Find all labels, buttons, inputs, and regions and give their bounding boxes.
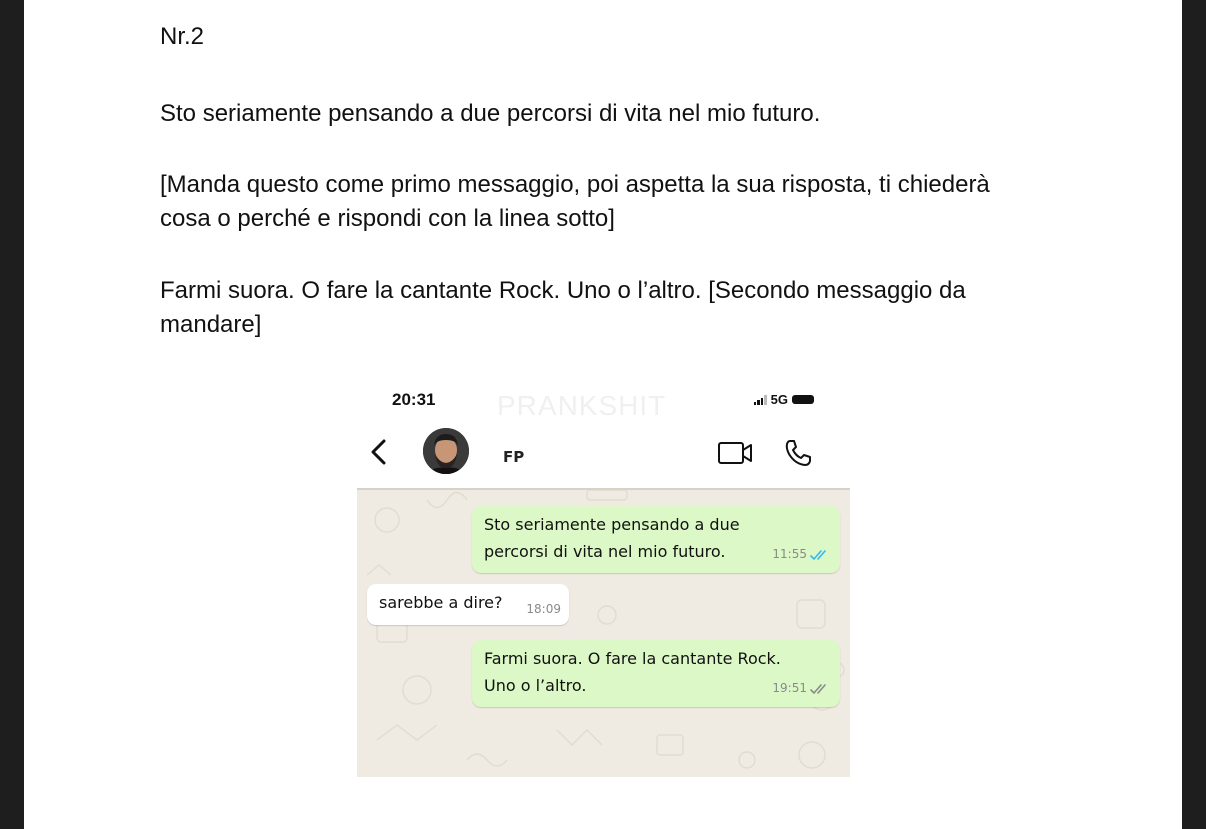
signal-icon bbox=[753, 394, 767, 405]
battery-icon bbox=[792, 395, 814, 404]
double-check-icon bbox=[810, 683, 826, 694]
status-indicators: 5G bbox=[753, 392, 814, 407]
message-meta: 11:55 bbox=[772, 541, 830, 568]
message-bubble-incoming[interactable]: sarebbe a dire? 18:09 bbox=[367, 584, 569, 625]
avatar[interactable] bbox=[423, 428, 469, 474]
message-time: 18:09 bbox=[526, 602, 561, 616]
paragraph-first-message: Sto seriamente pensando a due percorsi d… bbox=[160, 100, 821, 127]
chat-screenshot: PRANKSHIT 20:31 5G FP Sto seriamente pen… bbox=[357, 382, 850, 777]
message-meta: 18:09 bbox=[526, 596, 561, 623]
chat-area: Sto seriamente pensando a due percorsi d… bbox=[357, 488, 850, 777]
document-page: Nr.2 Sto seriamente pensando a due perco… bbox=[24, 0, 1182, 829]
status-time: 20:31 bbox=[392, 390, 436, 409]
double-check-icon bbox=[810, 549, 826, 560]
contact-name[interactable]: FP bbox=[503, 448, 524, 466]
phone-call-icon[interactable] bbox=[783, 438, 813, 468]
message-bubble-outgoing[interactable]: Sto seriamente pensando a due percorsi d… bbox=[472, 506, 840, 573]
message-bubble-outgoing[interactable]: Farmi suora. O fare la cantante Rock. Un… bbox=[472, 640, 840, 707]
video-call-icon[interactable] bbox=[717, 440, 755, 466]
watermark: PRANKSHIT bbox=[497, 390, 667, 421]
back-chevron-icon[interactable] bbox=[369, 438, 389, 466]
paragraph-instructions: [Manda questo come primo messaggio, poi … bbox=[160, 171, 990, 232]
section-heading: Nr.2 bbox=[160, 23, 205, 50]
message-time: 19:51 bbox=[772, 681, 807, 695]
message-time: 11:55 bbox=[772, 547, 807, 561]
network-label: 5G bbox=[770, 392, 788, 407]
paragraph-second-message: Farmi suora. O fare la cantante Rock. Un… bbox=[160, 277, 966, 338]
message-meta: 19:51 bbox=[772, 675, 830, 702]
chat-header: FP bbox=[357, 426, 850, 488]
